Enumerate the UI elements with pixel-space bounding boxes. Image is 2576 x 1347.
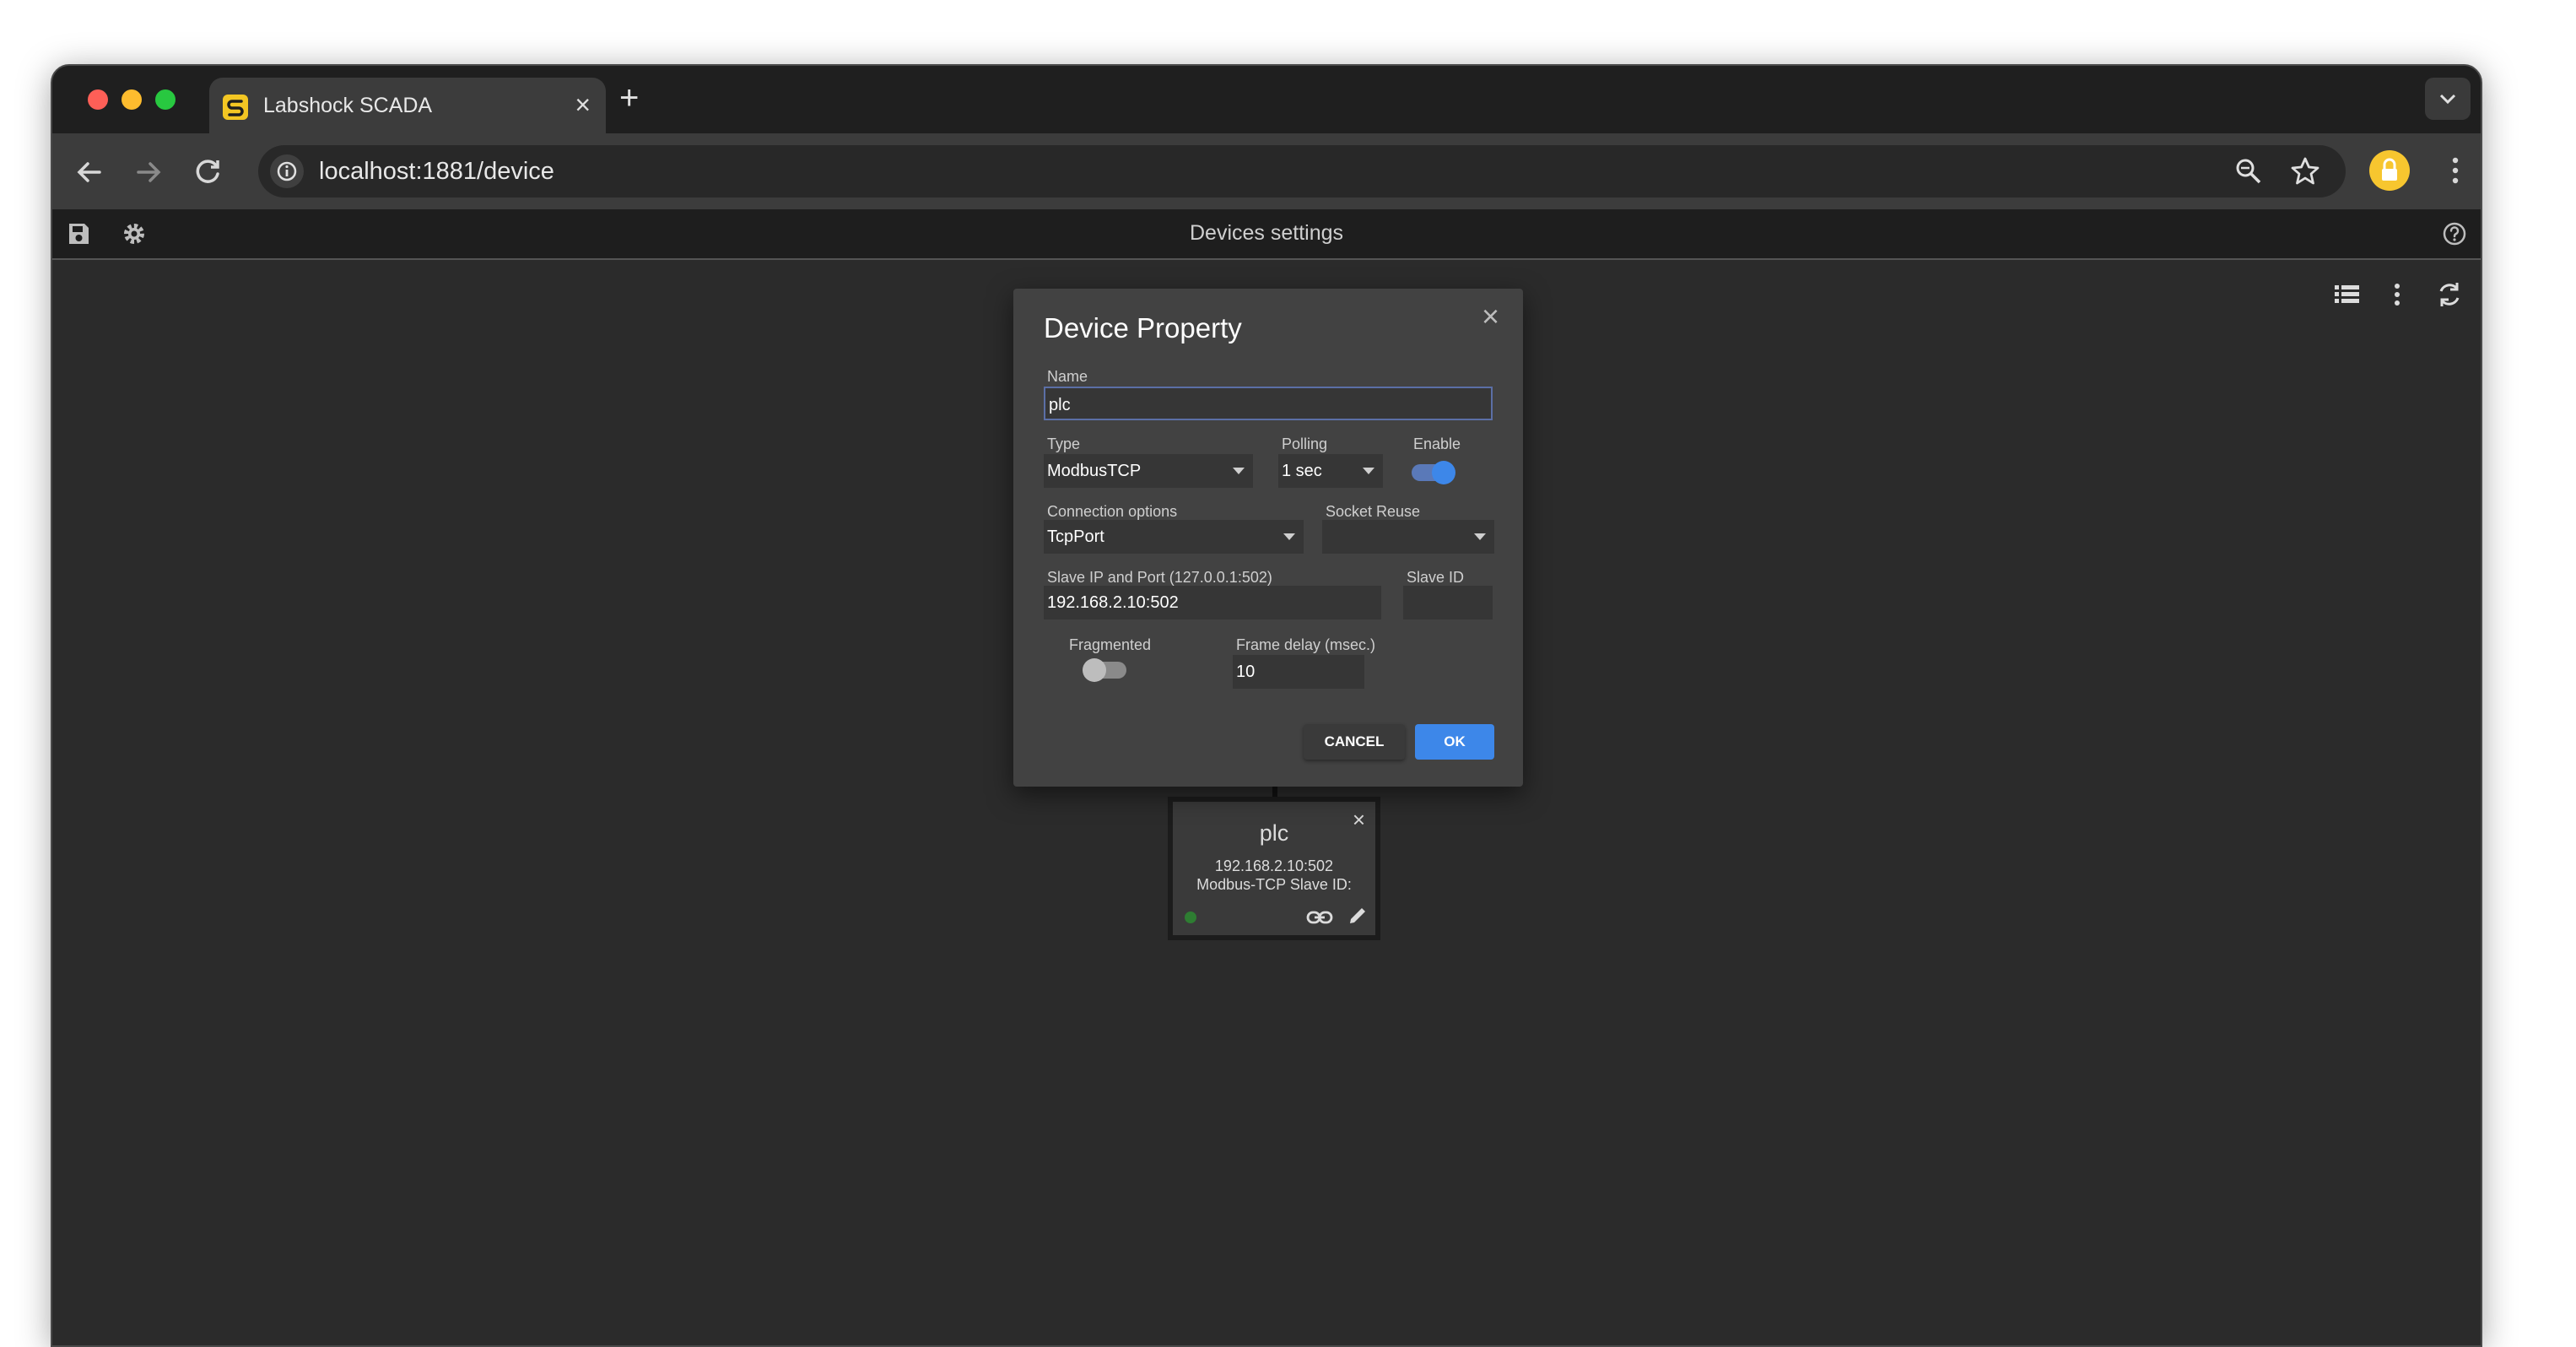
bookmark-star-icon[interactable]: [2288, 154, 2322, 188]
back-arrow-icon[interactable]: [71, 154, 108, 191]
maximize-window-button[interactable]: [155, 89, 176, 110]
cancel-button[interactable]: CANCEL: [1304, 724, 1405, 760]
slave-id-input[interactable]: [1403, 586, 1493, 619]
dialog-close-icon[interactable]: ×: [1482, 299, 1499, 334]
connection-status-indicator: [1185, 912, 1196, 923]
socket-reuse-select[interactable]: [1322, 520, 1494, 554]
refresh-sync-icon[interactable]: [2433, 279, 2465, 311]
connection-options-label: Connection options: [1047, 503, 1178, 520]
address-bar[interactable]: localhost:1881/device: [258, 145, 2346, 197]
polling-dropdown-caret-icon: [1363, 468, 1374, 474]
device-property-dialog: Device Property × Name plc Type ModbusTC…: [1013, 289, 1523, 787]
frame-delay-label: Frame delay (msec.): [1236, 636, 1376, 653]
dialog-title: Device Property: [1044, 312, 1242, 344]
name-input[interactable]: plc: [1044, 387, 1493, 420]
slave-ip-value: 192.168.2.10:502: [1047, 593, 1179, 612]
tab-search-chevron-icon[interactable]: [2425, 78, 2471, 120]
edit-pencil-icon[interactable]: [1347, 905, 1369, 927]
fragmented-toggle-thumb: [1083, 658, 1106, 682]
device-address: 192.168.2.10:502: [1214, 857, 1334, 874]
new-tab-plus-icon[interactable]: +: [619, 81, 639, 115]
zoom-out-icon[interactable]: [2233, 155, 2265, 187]
type-label: Type: [1047, 435, 1081, 452]
link-icon[interactable]: [1306, 906, 1333, 928]
device-node-card[interactable]: plc × 192.168.2.10:502 Modbus-TCP Slave …: [1168, 797, 1380, 940]
type-select[interactable]: ModbusTCP: [1044, 454, 1253, 488]
socket-reuse-label: Socket Reuse: [1326, 503, 1421, 520]
page-title: Devices settings: [1189, 221, 1344, 245]
tab-title: Labshock SCADA: [263, 94, 433, 117]
slave-id-label: Slave ID: [1407, 569, 1465, 586]
more-options-icon[interactable]: [2381, 279, 2413, 311]
connection-options-select[interactable]: TcpPort: [1044, 520, 1304, 554]
browser-toolbar: localhost:1881/device: [52, 133, 2481, 209]
frame-delay-input[interactable]: 10: [1233, 655, 1364, 689]
device-protocol-info: Modbus-TCP Slave ID:: [1196, 876, 1352, 893]
fragmented-label: Fragmented: [1069, 636, 1152, 653]
polling-select[interactable]: 1 sec: [1278, 454, 1383, 488]
tab-close-icon[interactable]: ×: [575, 89, 591, 120]
connection-dropdown-caret-icon: [1283, 533, 1295, 540]
type-select-value: ModbusTCP: [1047, 462, 1142, 480]
minimize-window-button[interactable]: [122, 89, 142, 110]
browser-tab-active[interactable]: Labshock SCADA ×: [209, 78, 606, 133]
forward-arrow-icon[interactable]: [130, 154, 167, 191]
close-window-button[interactable]: [88, 89, 108, 110]
type-dropdown-caret-icon: [1233, 468, 1245, 474]
ok-button[interactable]: OK: [1415, 724, 1494, 760]
profile-avatar[interactable]: [2369, 150, 2410, 191]
socket-reuse-caret-icon: [1474, 533, 1486, 540]
name-label: Name: [1047, 368, 1088, 385]
list-view-icon[interactable]: [2330, 279, 2363, 311]
slave-ip-label: Slave IP and Port (127.0.0.1:502): [1047, 569, 1272, 586]
enable-toggle-thumb: [1432, 461, 1455, 484]
slave-ip-input[interactable]: 192.168.2.10:502: [1044, 586, 1381, 619]
device-name: plc: [1259, 820, 1289, 846]
reload-icon[interactable]: [189, 154, 226, 191]
fragmented-toggle[interactable]: [1083, 658, 1126, 682]
labshock-logo-icon: [223, 95, 248, 120]
polling-select-value: 1 sec: [1282, 462, 1322, 480]
help-icon[interactable]: [2440, 219, 2469, 248]
polling-label: Polling: [1282, 435, 1328, 452]
connection-options-value: TcpPort: [1047, 527, 1104, 546]
remove-device-close-icon[interactable]: ×: [1353, 807, 1365, 833]
url-text: localhost:1881/device: [319, 158, 554, 185]
browser-menu-icon[interactable]: [2437, 152, 2474, 189]
frame-delay-value: 10: [1236, 663, 1256, 681]
browser-window: Labshock SCADA × + localhost:1881/device: [51, 64, 2482, 1347]
enable-label: Enable: [1413, 435, 1461, 452]
enable-toggle[interactable]: [1412, 461, 1455, 484]
profile-lock-icon: [2382, 158, 2397, 181]
name-input-value: plc: [1049, 396, 1071, 414]
browser-titlebar: Labshock SCADA × +: [52, 66, 2481, 133]
site-info-icon[interactable]: [270, 154, 304, 188]
app-header: Devices settings: [52, 209, 2481, 260]
